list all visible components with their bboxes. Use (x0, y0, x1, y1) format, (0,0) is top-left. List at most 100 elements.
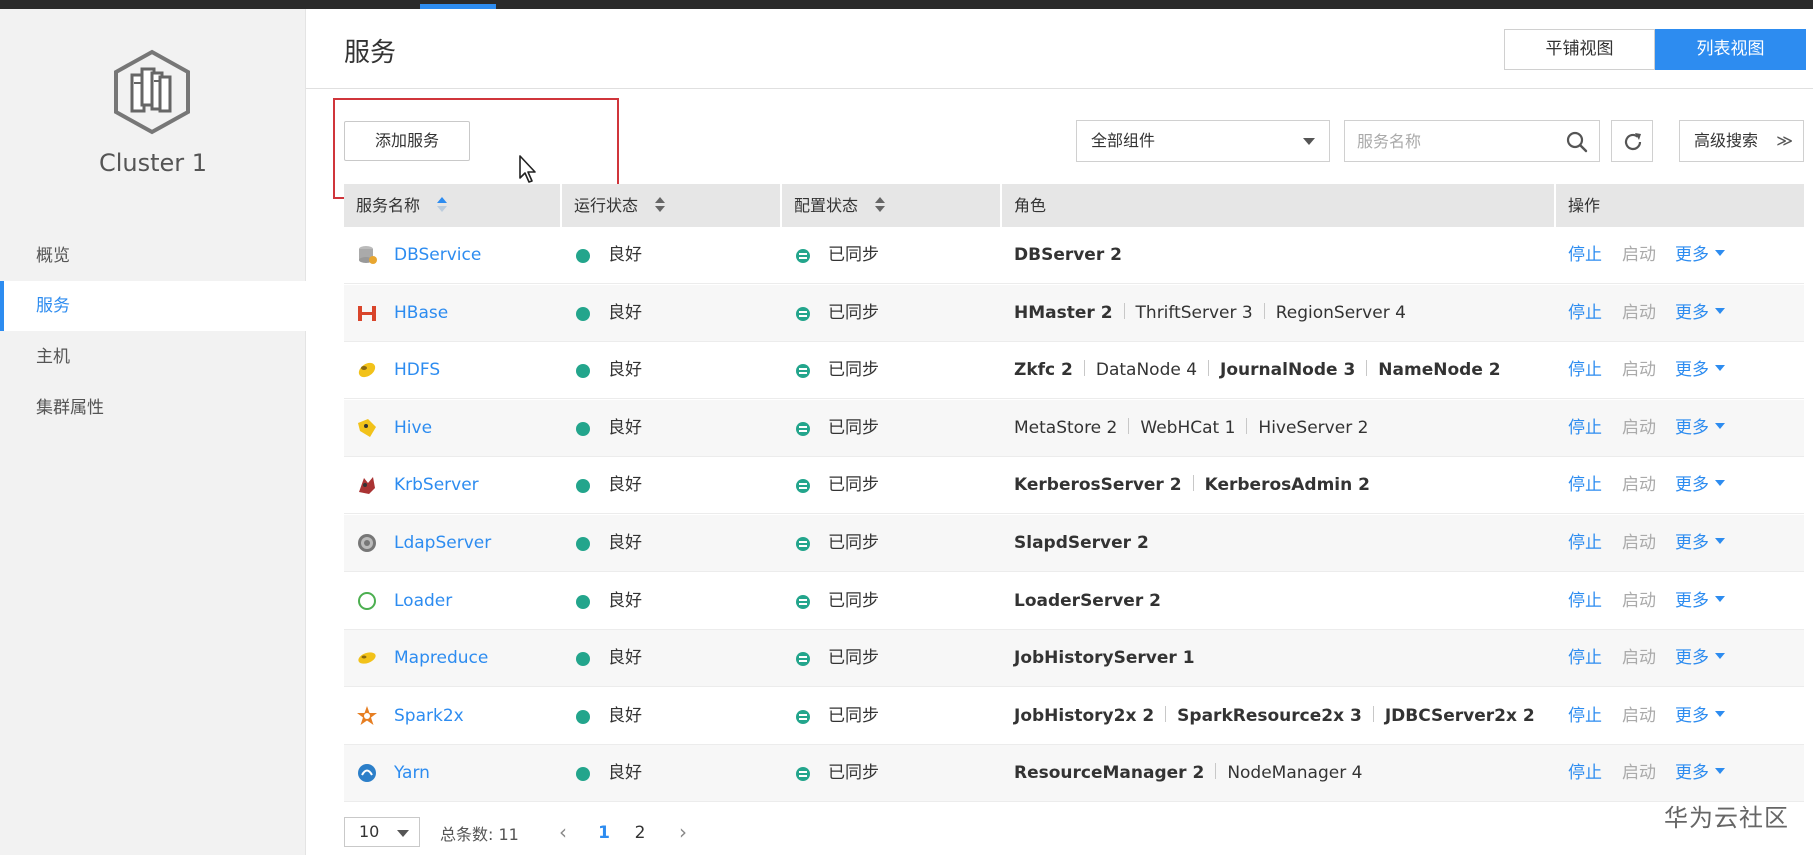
sort-icon[interactable] (437, 196, 448, 213)
stop-button[interactable]: 停止 (1568, 573, 1602, 630)
more-actions-button[interactable]: 更多 (1675, 285, 1725, 342)
stop-button[interactable]: 停止 (1568, 688, 1602, 745)
component-filter-select[interactable]: 全部组件 (1076, 120, 1330, 162)
sidebar-item-overview[interactable]: 概览 (0, 231, 306, 281)
service-name-link[interactable]: HBase (394, 285, 448, 342)
start-button[interactable]: 启动 (1622, 342, 1656, 399)
search-icon[interactable] (1565, 130, 1589, 154)
more-actions-label: 更多 (1675, 302, 1709, 323)
stop-button[interactable]: 停止 (1568, 285, 1602, 342)
more-actions-button[interactable]: 更多 (1675, 342, 1725, 399)
role-label: ResourceManager 2 (1014, 763, 1205, 784)
service-name-link[interactable]: Loader (394, 573, 452, 630)
table-header: 服务名称 运行状态 配置状态 角色 操作 (344, 184, 1804, 227)
loader-icon (356, 590, 378, 612)
more-actions-button[interactable]: 更多 (1675, 400, 1725, 457)
column-header-config-status[interactable]: 配置状态 (782, 184, 886, 227)
service-name-link[interactable]: LdapServer (394, 515, 491, 572)
config-status-text: 已同步 (828, 533, 879, 553)
start-button[interactable]: 启动 (1622, 688, 1656, 745)
more-actions-button[interactable]: 更多 (1675, 688, 1725, 745)
service-name-link[interactable]: KrbServer (394, 457, 479, 514)
roles-cell: KerberosServer 2 KerberosAdmin 2 (1014, 457, 1370, 514)
title-divider (306, 88, 1813, 89)
table-row: LdapServer 良好 已同步 SlapdServer 2 停止 启动 更多 (344, 515, 1804, 572)
status-good-icon (576, 249, 590, 263)
sidebar-item-hosts[interactable]: 主机 (0, 332, 306, 382)
service-search-input[interactable] (1345, 121, 1545, 161)
top-bar (0, 0, 1813, 9)
service-name-link[interactable]: Mapreduce (394, 630, 488, 687)
service-name-link[interactable]: Spark2x (394, 688, 464, 745)
more-actions-label: 更多 (1675, 590, 1709, 611)
service-name-link[interactable]: DBService (394, 227, 481, 284)
more-actions-button[interactable]: 更多 (1675, 227, 1725, 284)
config-status-text: 已同步 (828, 245, 879, 265)
more-actions-button[interactable]: 更多 (1675, 745, 1725, 802)
refresh-button[interactable] (1611, 120, 1653, 162)
stop-button[interactable]: 停止 (1568, 342, 1602, 399)
roles-cell: ResourceManager 2 NodeManager 4 (1014, 745, 1362, 802)
config-status-text: 已同步 (828, 648, 879, 669)
synced-icon (796, 306, 810, 321)
stop-button[interactable]: 停止 (1568, 457, 1602, 514)
column-header-label: 运行状态 (574, 196, 639, 215)
config-status-text: 已同步 (828, 302, 879, 323)
synced-icon (796, 767, 810, 782)
column-header-service-name[interactable]: 服务名称 (344, 184, 448, 227)
more-actions-button[interactable]: 更多 (1675, 573, 1725, 630)
service-name-link[interactable]: Hive (394, 400, 432, 457)
service-name-link[interactable]: HDFS (394, 342, 440, 399)
chevron-down-icon (1715, 653, 1725, 660)
start-button[interactable]: 启动 (1622, 227, 1656, 284)
start-button[interactable]: 启动 (1622, 285, 1656, 342)
start-button[interactable]: 启动 (1622, 745, 1656, 802)
table-row: HBase 良好 已同步 HMaster 2 ThriftServer 3 RegionS… (344, 284, 1804, 342)
column-header-run-status[interactable]: 运行状态 (562, 184, 666, 227)
more-actions-button[interactable]: 更多 (1675, 515, 1725, 572)
status-good-icon (576, 306, 590, 321)
start-button[interactable]: 启动 (1622, 630, 1656, 687)
stop-button[interactable]: 停止 (1568, 745, 1602, 802)
stop-button[interactable]: 停止 (1568, 400, 1602, 457)
stop-button[interactable]: 停止 (1568, 227, 1602, 284)
service-name-link[interactable]: Yarn (394, 745, 430, 802)
role-label: DBServer 2 (1014, 245, 1122, 265)
more-actions-label: 更多 (1675, 360, 1709, 381)
hive-icon (356, 417, 378, 439)
start-button[interactable]: 启动 (1622, 400, 1656, 457)
sort-icon[interactable] (655, 196, 666, 213)
sidebar-item-services[interactable]: 服务 (0, 281, 306, 331)
stop-button[interactable]: 停止 (1568, 630, 1602, 687)
start-button[interactable]: 启动 (1622, 457, 1656, 514)
role-separator (1192, 475, 1194, 492)
column-header-roles: 角色 (1014, 196, 1047, 215)
run-status-text: 良好 (608, 417, 642, 438)
prev-page-button[interactable]: ‹ (548, 818, 578, 848)
next-page-button[interactable]: › (668, 818, 698, 848)
list-view-button[interactable]: 列表视图 (1655, 29, 1806, 70)
status-good-icon (576, 364, 590, 379)
chevron-down-icon (1715, 307, 1725, 314)
table-row: Spark2x 良好 已同步 JobHistory2x 2 SparkResource2… (344, 688, 1804, 745)
roles-cell: DBServer 2 (1014, 227, 1122, 284)
page-size-select[interactable]: 10 (344, 817, 420, 847)
sort-icon[interactable] (875, 196, 886, 213)
table-row: HDFS 良好 已同步 Zkfc 2 DataNode 4 JournalNode 3 Na… (344, 342, 1804, 400)
start-button[interactable]: 启动 (1622, 515, 1656, 572)
config-status-text: 已同步 (828, 705, 879, 726)
start-button[interactable]: 启动 (1622, 573, 1656, 630)
status-good-icon (576, 537, 590, 551)
chevron-down-icon (1303, 138, 1315, 145)
stop-button[interactable]: 停止 (1568, 515, 1602, 572)
page-1-button[interactable]: 1 (591, 818, 617, 848)
advanced-search-button[interactable]: 高级搜索 ≫ (1679, 120, 1804, 162)
more-actions-button[interactable]: 更多 (1675, 457, 1725, 514)
sidebar-item-cluster-properties[interactable]: 集群属性 (0, 383, 306, 433)
page-2-button[interactable]: 2 (627, 818, 653, 848)
ldap-icon (356, 532, 378, 554)
tile-view-button[interactable]: 平铺视图 (1504, 29, 1655, 70)
run-status-text: 良好 (608, 302, 642, 323)
table-row: DBService 良好 已同步 DBServer 2 停止 启动 更多 (344, 227, 1804, 284)
more-actions-button[interactable]: 更多 (1675, 630, 1725, 687)
